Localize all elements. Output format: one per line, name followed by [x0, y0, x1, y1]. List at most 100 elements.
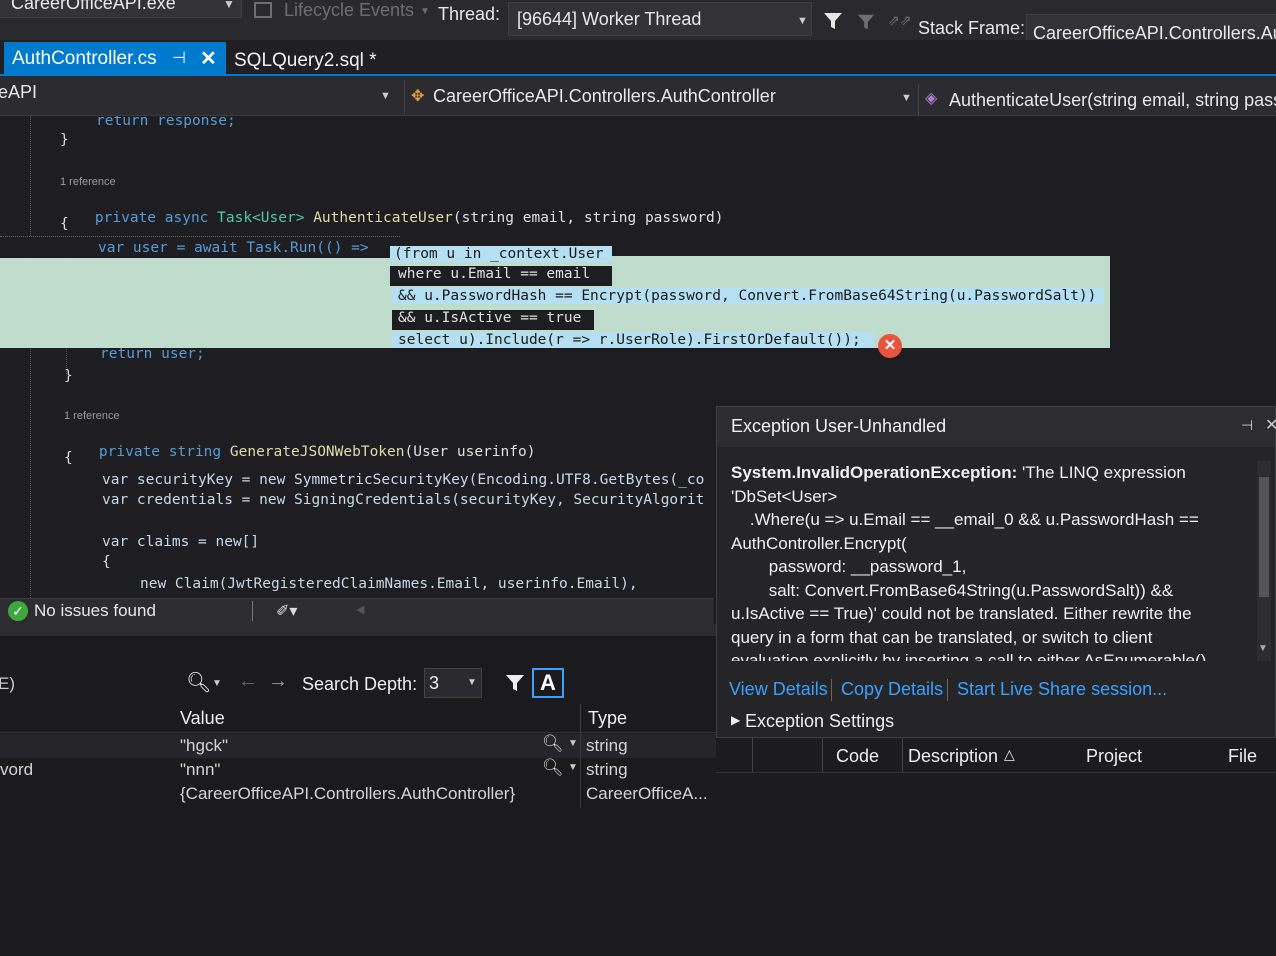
chevron-down-icon: ▼ — [467, 677, 477, 688]
magnifier-icon[interactable]: 🔍︎ — [542, 758, 564, 778]
document-tabs: AuthController.cs ⊣ ✕ SQLQuery2.sql * — [0, 40, 1276, 76]
close-icon[interactable]: ✕ — [1265, 415, 1276, 435]
table-row[interactable]: vord "nnn" 🔍︎ ▼ string — [0, 758, 716, 782]
sort-ascending-icon: △ — [1004, 746, 1015, 762]
error-list: Code Description △ Project File — [716, 738, 1276, 956]
flag-threads-icon[interactable]: ⇗⇗ — [888, 12, 911, 29]
code-line: } — [64, 368, 73, 384]
exception-links: View Details Copy Details Start Live Sha… — [717, 669, 1275, 739]
search-icon[interactable]: 🔍︎ — [186, 670, 211, 695]
filter-icon[interactable] — [822, 10, 844, 37]
chevron-down-icon[interactable]: ▼ — [212, 678, 222, 689]
exception-message: System.InvalidOperationException: 'The L… — [731, 461, 1251, 661]
method-signature: private string GenerateJSONWebToken(User… — [64, 428, 536, 476]
column-divider — [902, 738, 903, 772]
table-row[interactable]: "hgck" 🔍︎ ▼ string — [0, 734, 716, 758]
class-icon: ✥ — [411, 88, 425, 105]
col-type-header[interactable]: Type — [588, 708, 627, 729]
debug-toolbar: CareerOfficeAPI.exe ▼ Lifecycle Events ▼… — [0, 0, 1276, 50]
keyword: private — [94, 210, 157, 226]
exception-icon[interactable]: ✕ — [878, 334, 902, 358]
message-line: u.IsActive == True)' could not be transl… — [731, 604, 1192, 623]
lifecycle-events-button[interactable]: Lifecycle Events — [284, 0, 414, 21]
exception-settings-toggle[interactable]: Exception Settings — [745, 711, 894, 732]
code-line: (from u in _context.User — [390, 246, 612, 262]
table-row[interactable]: {CareerOfficeAPI.Controllers.AuthControl… — [0, 782, 716, 806]
code-line: var user = await Task.Run(() => — [98, 240, 369, 256]
search-depth-dropdown[interactable]: 3 ▼ — [424, 668, 482, 698]
scroll-left-icon[interactable]: ◀ — [356, 603, 364, 616]
case-sensitive-toggle[interactable]: A — [532, 668, 564, 698]
codelens-references[interactable]: 1 reference — [64, 410, 120, 422]
back-arrow-icon[interactable]: ← — [238, 670, 258, 693]
col-description-header[interactable]: Description — [908, 746, 998, 767]
expand-icon[interactable]: ▶ — [731, 713, 740, 727]
project-dropdown[interactable]: eAPI ▼ — [0, 78, 400, 112]
copy-details-link[interactable]: Copy Details — [841, 679, 943, 700]
keyword: string — [168, 444, 222, 460]
col-code-header[interactable]: Code — [836, 746, 879, 767]
navigation-bar: eAPI ▼ ✥ CareerOfficeAPI.Controllers.Aut… — [0, 76, 1276, 118]
codelens-references[interactable]: 1 reference — [60, 176, 116, 188]
indent-guide — [30, 116, 32, 598]
exception-helper: Exception User-Unhandled ⊣ ✕ System.Inva… — [716, 406, 1276, 738]
message-line: AuthController.Encrypt( — [731, 533, 907, 553]
forward-arrow-icon[interactable]: → — [268, 670, 288, 693]
exception-title: Exception User-Unhandled — [731, 416, 947, 436]
code-line: where u.Email == email — [398, 266, 591, 282]
column-divider — [580, 732, 581, 808]
issues-status[interactable]: No issues found — [34, 601, 156, 621]
thread-dropdown[interactable]: [96644] Worker Thread ▼ — [508, 2, 812, 36]
chevron-down-icon: ▼ — [223, 0, 235, 11]
column-divider[interactable] — [580, 704, 581, 732]
panel-splitter[interactable] — [0, 624, 716, 636]
member-dropdown[interactable]: ◈ AuthenticateUser(string email, string … — [918, 84, 1276, 118]
message-line: evaluation explicitly by inserting a cal… — [731, 651, 1207, 661]
chevron-down-icon: ▼ — [420, 6, 430, 17]
column-divider — [822, 738, 823, 772]
local-value: "hgck" — [180, 736, 228, 755]
method-icon: ◈ — [925, 90, 938, 107]
local-value: {CareerOfficeAPI.Controllers.AuthControl… — [180, 784, 516, 803]
process-dropdown[interactable]: CareerOfficeAPI.exe ▼ — [0, 0, 242, 18]
exception-header: Exception User-Unhandled ⊣ ✕ — [717, 407, 1276, 447]
magnifier-icon[interactable]: 🔍︎ — [542, 734, 564, 754]
scrollbar-thumb[interactable] — [1259, 477, 1269, 597]
thread-value: [96644] Worker Thread — [517, 9, 702, 29]
message-line: .Where(u => u.Email == __email_0 && u.Pa… — [731, 510, 1199, 529]
col-file-header[interactable]: File — [1228, 746, 1257, 767]
filter-icon[interactable] — [504, 672, 526, 699]
pin-icon[interactable]: ⊣ — [1241, 417, 1253, 434]
filter-clear-icon[interactable] — [856, 12, 876, 37]
exception-scrollbar[interactable]: ▼ — [1257, 461, 1271, 661]
col-value-header[interactable]: Value — [180, 708, 225, 729]
tab-sqlquery2[interactable]: SQLQuery2.sql * — [226, 42, 386, 76]
col-project-header[interactable]: Project — [1086, 746, 1142, 767]
pin-icon[interactable]: ⊣ — [172, 48, 186, 68]
search-depth-label: Search Depth: — [302, 674, 418, 694]
scroll-down-icon[interactable]: ▼ — [1258, 643, 1268, 654]
locals-header: Value Type — [0, 704, 716, 733]
live-share-link[interactable]: Start Live Share session... — [957, 679, 1167, 700]
code-line: { — [102, 554, 111, 570]
chevron-down-icon[interactable]: ▼ — [568, 738, 578, 749]
process-value: CareerOfficeAPI.exe — [11, 0, 176, 13]
view-details-link[interactable]: View Details — [729, 679, 828, 700]
brush-icon[interactable]: ✐▾ — [276, 601, 297, 621]
code-line: { — [60, 216, 69, 232]
code-line: select u).Include(r => r.UserRole).First… — [392, 332, 873, 348]
keyword: private — [98, 444, 161, 460]
method-signature: private async Task<User> AuthenticateUse… — [60, 194, 724, 242]
keyword: async — [164, 210, 209, 226]
class-dropdown[interactable]: ✥ CareerOfficeAPI.Controllers.AuthContro… — [404, 80, 917, 114]
close-icon[interactable]: ✕ — [200, 46, 217, 71]
class-value: CareerOfficeAPI.Controllers.AuthControll… — [433, 86, 776, 106]
code-line: } — [60, 132, 69, 148]
tab-authcontroller[interactable]: AuthController.cs ⊣ ✕ — [4, 42, 226, 76]
chevron-down-icon: ▼ — [797, 15, 808, 27]
chevron-down-icon[interactable]: ▼ — [568, 762, 578, 773]
code-line: && u.PasswordHash == Encrypt(password, C… — [392, 288, 1105, 304]
thread-label: Thread: — [438, 4, 501, 24]
column-divider — [752, 738, 753, 772]
local-type: CareerOfficeA... — [586, 784, 708, 803]
